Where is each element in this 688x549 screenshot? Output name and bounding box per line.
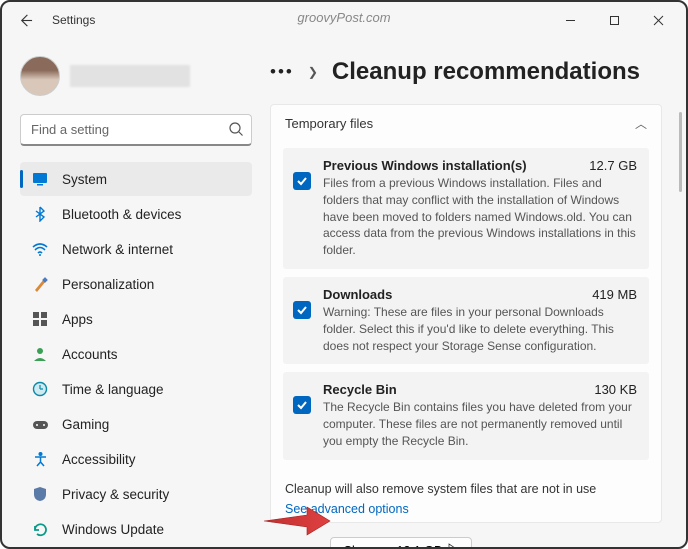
shield-icon xyxy=(30,484,50,504)
breadcrumb: ••• ❯ Cleanup recommendations xyxy=(270,58,662,86)
maximize-button[interactable] xyxy=(594,5,634,35)
sidebar-item-label: Personalization xyxy=(62,277,154,292)
back-button[interactable] xyxy=(10,5,40,35)
sidebar-item-label: Windows Update xyxy=(62,522,164,537)
cleanup-note: Cleanup will also remove system files th… xyxy=(285,482,661,496)
chevron-up-icon: ︿ xyxy=(635,115,647,132)
item-title: Previous Windows installation(s) xyxy=(323,158,527,173)
sidebar-item-privacy[interactable]: Privacy & security xyxy=(20,477,252,511)
accessibility-icon xyxy=(30,449,50,469)
sidebar-item-accounts[interactable]: Accounts xyxy=(20,337,252,371)
sidebar-item-time[interactable]: Time & language xyxy=(20,372,252,406)
search-icon xyxy=(228,121,244,142)
breadcrumb-more-icon[interactable]: ••• xyxy=(270,62,294,82)
sidebar-item-accessibility[interactable]: Accessibility xyxy=(20,442,252,476)
checkbox-checked[interactable] xyxy=(293,301,311,319)
section-temporary-files[interactable]: Temporary files ︿ xyxy=(271,105,661,142)
annotation-arrow xyxy=(262,503,332,539)
person-icon xyxy=(30,344,50,364)
checkbox-checked[interactable] xyxy=(293,172,311,190)
checkbox-checked[interactable] xyxy=(293,396,311,414)
sidebar-item-apps[interactable]: Apps xyxy=(20,302,252,336)
cleanup-item-downloads[interactable]: Downloads 419 MB Warning: These are files… xyxy=(283,277,649,364)
item-title: Recycle Bin xyxy=(323,382,397,397)
chevron-right-icon: ❯ xyxy=(308,65,318,79)
section-title: Temporary files xyxy=(285,116,373,131)
sidebar-item-gaming[interactable]: Gaming xyxy=(20,407,252,441)
sidebar-item-label: Gaming xyxy=(62,417,109,432)
cleanup-item-previous-windows[interactable]: Previous Windows installation(s)12.7 GB … xyxy=(283,148,649,269)
sidebar-item-system[interactable]: System xyxy=(20,162,252,196)
user-account-row[interactable] xyxy=(20,56,252,96)
sidebar-item-label: Accessibility xyxy=(62,452,136,467)
sidebar-item-label: Bluetooth & devices xyxy=(62,207,181,222)
close-button[interactable] xyxy=(638,5,678,35)
cleanup-button[interactable]: Clean up 13.1 GB xyxy=(330,537,472,547)
update-icon xyxy=(30,519,50,539)
sidebar-item-label: Apps xyxy=(62,312,93,327)
item-description: Warning: These are files in your persona… xyxy=(323,304,637,354)
item-description: The Recycle Bin contains files you have … xyxy=(323,399,637,449)
user-name-redacted xyxy=(70,65,190,87)
cursor-icon xyxy=(448,543,459,547)
item-title: Downloads xyxy=(323,287,392,302)
item-description: Files from a previous Windows installati… xyxy=(323,175,637,259)
item-size: 419 MB xyxy=(592,287,637,302)
search-input[interactable] xyxy=(20,114,252,146)
sidebar-item-label: Privacy & security xyxy=(62,487,169,502)
bluetooth-icon xyxy=(30,204,50,224)
sidebar-item-label: Network & internet xyxy=(62,242,173,257)
cleanup-button-label: Clean up 13.1 GB xyxy=(343,544,442,547)
sidebar-item-label: Time & language xyxy=(62,382,164,397)
sidebar-item-network[interactable]: Network & internet xyxy=(20,232,252,266)
sidebar-item-label: Accounts xyxy=(62,347,118,362)
scrollbar[interactable] xyxy=(679,112,682,192)
avatar xyxy=(20,56,60,96)
sidebar-item-bluetooth[interactable]: Bluetooth & devices xyxy=(20,197,252,231)
watermark: groovyPost.com xyxy=(297,10,390,25)
sidebar-item-update[interactable]: Windows Update xyxy=(20,512,252,546)
cleanup-item-recycle-bin[interactable]: Recycle Bin 130 KB The Recycle Bin contai… xyxy=(283,372,649,459)
page-title: Cleanup recommendations xyxy=(332,58,640,86)
window-title: Settings xyxy=(52,13,95,27)
item-size: 12.7 GB xyxy=(589,158,637,173)
gaming-icon xyxy=(30,414,50,434)
system-icon xyxy=(30,169,50,189)
wifi-icon xyxy=(30,239,50,259)
apps-icon xyxy=(30,309,50,329)
sidebar-item-personalization[interactable]: Personalization xyxy=(20,267,252,301)
minimize-button[interactable] xyxy=(550,5,590,35)
sidebar-item-label: System xyxy=(62,172,107,187)
globe-clock-icon xyxy=(30,379,50,399)
paintbrush-icon xyxy=(30,274,50,294)
item-size: 130 KB xyxy=(594,382,637,397)
